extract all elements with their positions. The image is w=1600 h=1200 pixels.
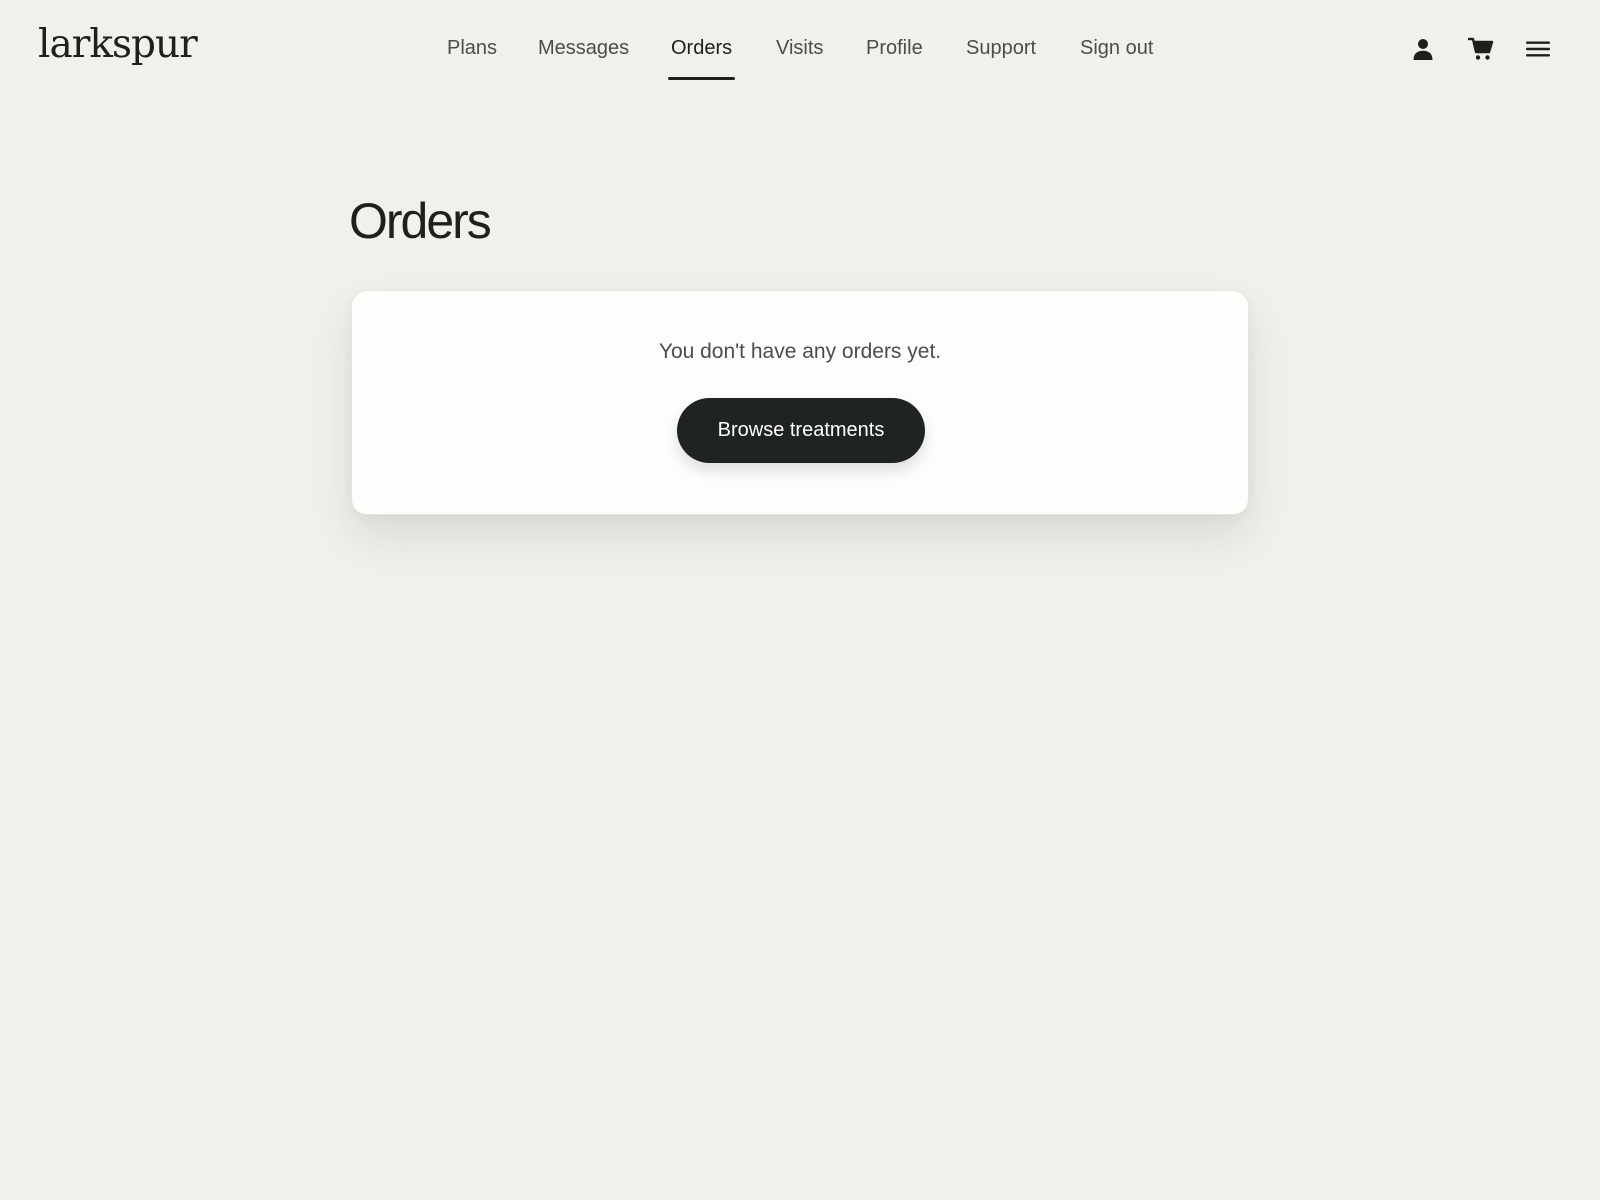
nav-item-visits[interactable]: Visits [776, 36, 823, 60]
empty-state-message: You don't have any orders yet. [658, 340, 942, 363]
main-nav: Plans Messages Orders Visits Profile Sup… [0, 0, 1600, 98]
cart-icon[interactable] [1466, 34, 1496, 64]
nav-item-sign-out[interactable]: Sign out [1080, 36, 1153, 60]
browse-treatments-button[interactable]: Browse treatments [677, 398, 925, 463]
nav-item-support[interactable]: Support [966, 36, 1036, 60]
nav-item-plans[interactable]: Plans [447, 36, 497, 60]
account-icon[interactable] [1408, 34, 1438, 64]
menu-icon[interactable] [1523, 34, 1553, 64]
nav-item-messages[interactable]: Messages [538, 36, 629, 60]
top-navigation-bar: larkspur Plans Messages Orders Visits Pr… [0, 0, 1600, 98]
nav-item-profile[interactable]: Profile [866, 36, 923, 60]
orders-empty-card: You don't have any orders yet. Browse tr… [351, 290, 1249, 515]
active-tab-indicator [668, 77, 735, 80]
nav-item-orders[interactable]: Orders [671, 36, 732, 60]
page-title: Orders [349, 193, 492, 249]
